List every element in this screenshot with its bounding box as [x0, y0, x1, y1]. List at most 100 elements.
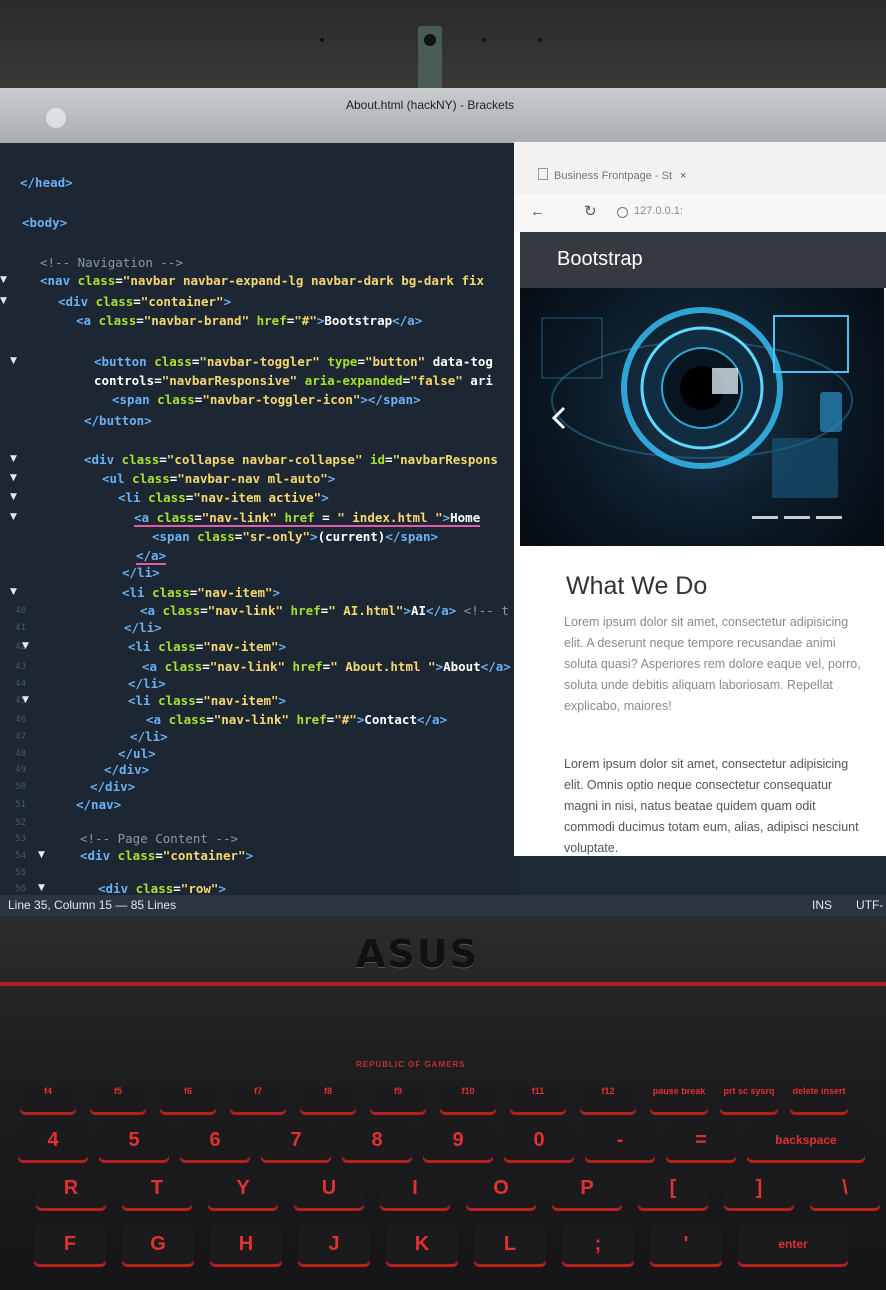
code-line[interactable]: <a class="nav-link" href=" AI.html">AI</… — [140, 603, 509, 618]
key-backspace[interactable]: backspace — [747, 1120, 865, 1160]
key-8[interactable]: 8 — [342, 1120, 412, 1160]
key-7[interactable]: 7 — [261, 1120, 331, 1160]
code-line[interactable]: <nav class="navbar navbar-expand-lg navb… — [40, 273, 484, 288]
key-t[interactable]: T — [122, 1168, 192, 1208]
key-6[interactable]: 6 — [180, 1120, 250, 1160]
code-line[interactable]: </ul> — [118, 746, 156, 761]
back-arrow-icon[interactable]: ← — [530, 203, 545, 220]
code-line[interactable]: <a class="nav-link" href=" About.html ">… — [142, 659, 511, 674]
key-9[interactable]: 9 — [423, 1120, 493, 1160]
browser-tab[interactable]: Business Frontpage - St × — [538, 168, 686, 182]
key-4[interactable]: 4 — [18, 1120, 88, 1160]
info-icon[interactable] — [617, 207, 628, 218]
fold-triangle-icon[interactable]: ▼ — [0, 296, 30, 306]
code-line[interactable]: <button class="navbar-toggler" type="but… — [94, 354, 493, 369]
key-j[interactable]: J — [298, 1224, 370, 1264]
key-delete-insert[interactable]: delete insert — [790, 1086, 848, 1112]
key-f12[interactable]: f12 — [580, 1086, 636, 1112]
key--[interactable]: [ — [638, 1168, 708, 1208]
code-line[interactable]: <span class="sr-only">(current)</span> — [152, 529, 438, 544]
encoding[interactable]: UTF- — [856, 898, 883, 912]
code-line[interactable]: <div class="container"> — [80, 848, 253, 863]
code-line[interactable]: <div class="collapse navbar-collapse" id… — [84, 452, 498, 467]
code-line[interactable]: <div class="row"> — [98, 881, 226, 895]
window-titlebar[interactable]: About.html (hackNY) - Brackets — [0, 88, 886, 143]
code-line[interactable]: </nav> — [76, 797, 121, 812]
code-line[interactable]: <li class="nav-item"> — [128, 639, 286, 654]
code-line[interactable]: <li class="nav-item active"> — [118, 490, 329, 505]
fold-triangle-icon[interactable]: ▼ — [38, 883, 68, 893]
code-line[interactable]: <!-- Navigation --> — [40, 255, 183, 270]
key-f[interactable]: F — [34, 1224, 106, 1264]
code-line[interactable]: </div> — [90, 779, 135, 794]
fold-triangle-icon[interactable]: ▼ — [10, 587, 40, 597]
fold-triangle-icon[interactable]: ▼ — [22, 695, 52, 705]
fold-triangle-icon[interactable]: ▼ — [38, 850, 68, 860]
key-u[interactable]: U — [294, 1168, 364, 1208]
code-line[interactable]: </li> — [124, 620, 162, 635]
key-f9[interactable]: f9 — [370, 1086, 426, 1112]
url-input[interactable]: 127.0.0.1: — [634, 205, 683, 217]
code-line[interactable]: </head> — [20, 175, 73, 190]
key-f11[interactable]: f11 — [510, 1086, 566, 1112]
key-pause-break[interactable]: pause break — [650, 1086, 708, 1112]
code-line[interactable]: </div> — [104, 762, 149, 777]
code-line[interactable]: </li> — [122, 565, 160, 580]
code-line[interactable]: <ul class="navbar-nav ml-auto"> — [102, 471, 335, 486]
key-r[interactable]: R — [36, 1168, 106, 1208]
fold-triangle-icon[interactable]: ▼ — [10, 492, 40, 502]
navbar-brand[interactable]: Bootstrap — [557, 248, 643, 271]
code-line[interactable]: <li class="nav-item"> — [122, 585, 280, 600]
carousel-hero-image[interactable] — [520, 288, 884, 546]
code-editor[interactable]: </head> <body> <!-- Navigation --> ▼ <nav cl… — [0, 143, 520, 895]
key-h[interactable]: H — [210, 1224, 282, 1264]
fold-triangle-icon[interactable]: ▼ — [10, 512, 40, 522]
code-line[interactable]: <span class="navbar-toggler-icon"></span… — [112, 392, 421, 407]
cursor-position[interactable]: Line 35, Column 15 — 85 Lines — [8, 898, 176, 912]
insert-mode[interactable]: INS — [812, 898, 832, 912]
code-line[interactable]: <a class="nav-link" href = " index.html … — [134, 510, 481, 527]
key-prt-sc-sysrq[interactable]: prt sc sysrq — [720, 1086, 778, 1112]
key-f10[interactable]: f10 — [440, 1086, 496, 1112]
key-enter[interactable]: enter — [738, 1224, 848, 1264]
key-f8[interactable]: f8 — [300, 1086, 356, 1112]
key--[interactable]: \ — [810, 1168, 880, 1208]
key--[interactable]: ] — [724, 1168, 794, 1208]
code-line[interactable]: </li> — [128, 676, 166, 691]
key--[interactable]: ; — [562, 1224, 634, 1264]
close-tab-icon[interactable]: × — [680, 170, 686, 182]
code-line[interactable]: </a> — [136, 548, 167, 565]
key-f6[interactable]: f6 — [160, 1086, 216, 1112]
fold-triangle-icon[interactable]: ▼ — [10, 454, 40, 464]
code-line[interactable]: <li class="nav-item"> — [128, 693, 286, 708]
key-f4[interactable]: f4 — [20, 1086, 76, 1112]
code-line[interactable]: </button> — [84, 413, 152, 428]
key-l[interactable]: L — [474, 1224, 546, 1264]
key--[interactable]: ' — [650, 1224, 722, 1264]
code-line[interactable]: <body> — [22, 215, 67, 230]
code-line[interactable]: </li> — [130, 729, 168, 744]
key-f5[interactable]: f5 — [90, 1086, 146, 1112]
key-p[interactable]: P — [552, 1168, 622, 1208]
code-line[interactable]: <!-- Page Content --> — [80, 831, 238, 846]
code-line[interactable]: <div class="container"> — [58, 294, 231, 309]
reload-icon[interactable]: ↻ — [584, 202, 597, 220]
fold-triangle-icon[interactable]: ▼ — [10, 473, 40, 483]
key-y[interactable]: Y — [208, 1168, 278, 1208]
code-line[interactable]: <a class="nav-link" href="#">Contact</a> — [146, 712, 447, 727]
key-f7[interactable]: f7 — [230, 1086, 286, 1112]
fold-triangle-icon[interactable]: ▼ — [0, 275, 30, 285]
key-k[interactable]: K — [386, 1224, 458, 1264]
code-line[interactable]: controls="navbarResponsive" aria-expande… — [94, 373, 493, 388]
code-line[interactable]: <a class="navbar-brand" href="#">Bootstr… — [76, 313, 422, 328]
fold-triangle-icon[interactable]: ▼ — [10, 356, 40, 366]
key--[interactable]: - — [585, 1120, 655, 1160]
browser-window[interactable]: Business Frontpage - St × ← ↻ 127.0.0.1: … — [514, 142, 886, 856]
key-g[interactable]: G — [122, 1224, 194, 1264]
key-0[interactable]: 0 — [504, 1120, 574, 1160]
key-5[interactable]: 5 — [99, 1120, 169, 1160]
key-o[interactable]: O — [466, 1168, 536, 1208]
key--[interactable]: = — [666, 1120, 736, 1160]
fold-triangle-icon[interactable]: ▼ — [22, 641, 52, 651]
key-i[interactable]: I — [380, 1168, 450, 1208]
